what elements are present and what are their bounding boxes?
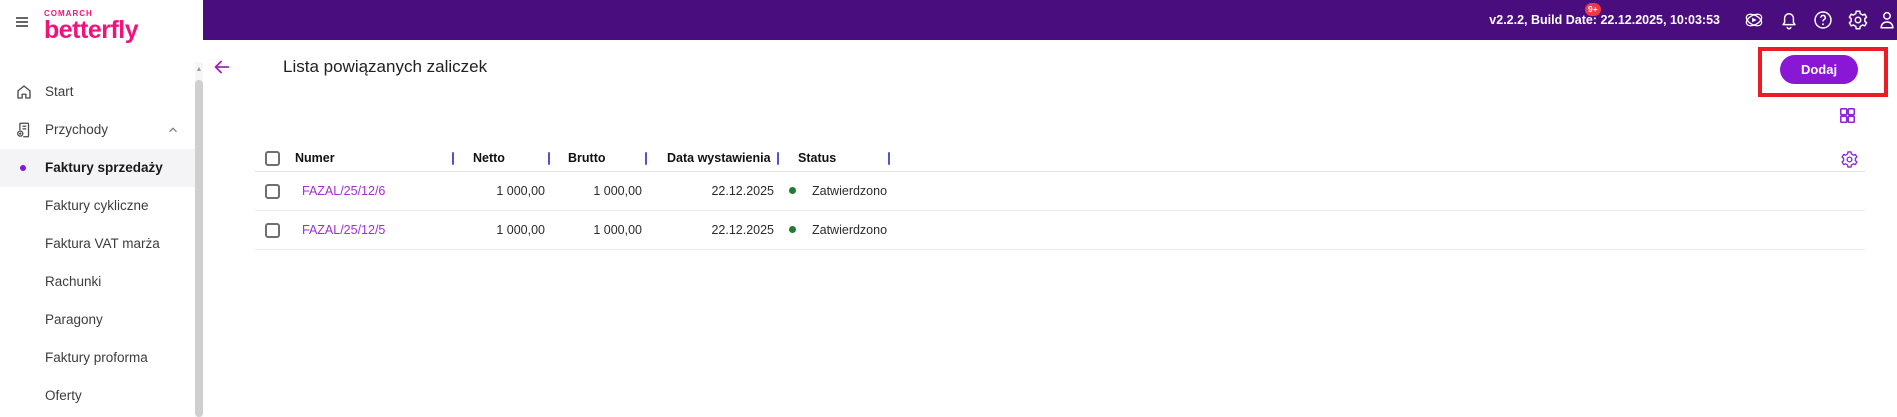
row-checkbox[interactable] bbox=[265, 184, 280, 199]
brand-product: betterfly bbox=[44, 16, 139, 44]
select-all-checkbox[interactable] bbox=[265, 151, 280, 166]
back-arrow-icon[interactable] bbox=[211, 56, 233, 78]
sidebar-item-faktury-sprzedazy[interactable]: Faktury sprzedaży bbox=[0, 149, 195, 187]
invoice-number-link[interactable]: FAZAL/25/12/5 bbox=[302, 211, 385, 250]
orbit-icon[interactable] bbox=[1743, 9, 1765, 31]
notification-badge: 9+ bbox=[1585, 3, 1601, 16]
active-bullet-icon bbox=[20, 165, 26, 171]
income-document-icon bbox=[15, 121, 33, 139]
column-header-data-wystawienia[interactable]: Data wystawienia bbox=[667, 145, 771, 172]
page-title: Lista powiązanych zaliczek bbox=[283, 57, 488, 76]
sidebar-item-faktury-cykliczne[interactable]: Faktury cykliczne bbox=[0, 187, 195, 225]
status-dot-icon bbox=[789, 226, 796, 233]
column-separator[interactable] bbox=[888, 152, 890, 165]
brand-logo[interactable]: COMARCH betterfly bbox=[44, 9, 139, 45]
column-header-brutto[interactable]: Brutto bbox=[568, 145, 606, 172]
sidebar-item-label: Rachunki bbox=[45, 274, 102, 289]
sidebar-item-label: Faktury proforma bbox=[45, 350, 148, 365]
issue-date-value: 22.12.2025 bbox=[711, 184, 774, 198]
menu-icon[interactable] bbox=[12, 14, 32, 30]
sidebar: COMARCH betterfly Start Przychody Faktur… bbox=[0, 0, 203, 417]
sidebar-item-start[interactable]: Start bbox=[0, 73, 195, 111]
sidebar-item-label: Faktura VAT marża bbox=[45, 236, 160, 251]
sidebar-item-label: Paragony bbox=[45, 312, 103, 327]
status-label: Zatwierdzono bbox=[812, 223, 888, 237]
column-separator[interactable] bbox=[548, 152, 550, 165]
sidebar-item-faktury-proforma[interactable]: Faktury proforma bbox=[0, 339, 195, 377]
gear-icon[interactable] bbox=[1847, 9, 1869, 31]
issue-date-value: 22.12.2025 bbox=[711, 223, 774, 237]
row-checkbox[interactable] bbox=[265, 223, 280, 238]
chevron-up-icon[interactable] bbox=[166, 123, 180, 137]
table-row[interactable]: FAZAL/25/12/6 1 000,00 1 000,00 22.12.20… bbox=[255, 172, 1865, 211]
help-icon[interactable] bbox=[1812, 9, 1834, 31]
column-separator[interactable] bbox=[777, 152, 779, 165]
column-separator[interactable] bbox=[452, 152, 454, 165]
brutto-value: 1 000,00 bbox=[593, 184, 642, 198]
status-dot-icon bbox=[789, 187, 796, 194]
status-label: Zatwierdzono bbox=[812, 184, 888, 198]
table-row[interactable]: FAZAL/25/12/5 1 000,00 1 000,00 22.12.20… bbox=[255, 211, 1865, 250]
profile-icon[interactable] bbox=[1876, 9, 1897, 31]
netto-value: 1 000,00 bbox=[496, 184, 545, 198]
home-icon bbox=[15, 83, 33, 101]
brutto-value: 1 000,00 bbox=[593, 223, 642, 237]
netto-value: 1 000,00 bbox=[496, 223, 545, 237]
sidebar-item-label: Faktury sprzedaży bbox=[45, 160, 163, 175]
column-header-numer[interactable]: Numer bbox=[295, 145, 335, 172]
sidebar-item-paragony[interactable]: Paragony bbox=[0, 301, 195, 339]
version-text: v2.2.2, Build Date: 22.12.2025, 10:03:53 bbox=[1489, 13, 1720, 27]
sidebar-item-faktura-vat-marza[interactable]: Faktura VAT marża bbox=[0, 225, 195, 263]
widgets-grid-icon[interactable] bbox=[1838, 106, 1857, 125]
add-button[interactable]: Dodaj bbox=[1780, 55, 1858, 84]
sidebar-item-label: Start bbox=[45, 84, 74, 99]
scrollbar-up-arrow-icon[interactable]: ▲ bbox=[195, 66, 203, 74]
sidebar-item-label: Przychody bbox=[45, 122, 109, 137]
sidebar-item-oferty[interactable]: Oferty bbox=[0, 377, 195, 415]
sidebar-item-rachunki[interactable]: Rachunki bbox=[0, 263, 195, 301]
column-separator[interactable] bbox=[645, 152, 647, 165]
column-header-status[interactable]: Status bbox=[798, 145, 836, 172]
sidebar-item-label: Faktury cykliczne bbox=[45, 198, 149, 213]
topbar: v2.2.2, Build Date: 22.12.2025, 10:03:53 bbox=[203, 0, 1897, 40]
table-header-row: Numer Netto Brutto Data wystawienia Stat… bbox=[255, 145, 1865, 172]
sidebar-item-przychody[interactable]: Przychody bbox=[0, 111, 195, 149]
sidebar-scrollbar-thumb[interactable] bbox=[195, 80, 203, 417]
sidebar-item-label: Oferty bbox=[45, 388, 82, 403]
app-window: v2.2.2, Build Date: 22.12.2025, 10:03:53… bbox=[0, 0, 1897, 417]
column-header-netto[interactable]: Netto bbox=[473, 145, 505, 172]
invoice-number-link[interactable]: FAZAL/25/12/6 bbox=[302, 172, 385, 211]
bell-icon[interactable] bbox=[1778, 9, 1800, 31]
